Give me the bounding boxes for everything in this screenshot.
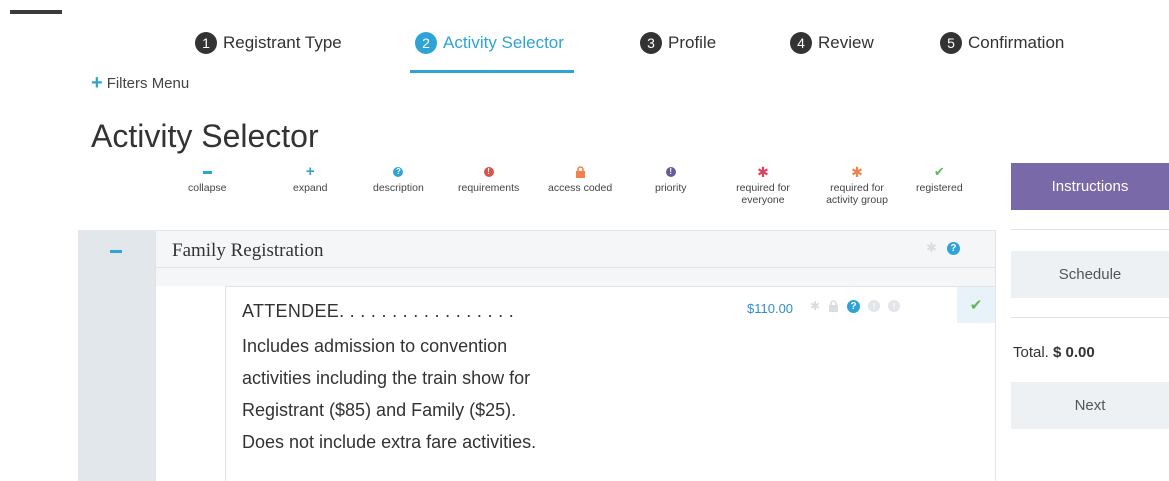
asterisk-icon: ✱ [851,164,863,180]
plus-icon: + [305,163,315,180]
icon-legend: collapse + expand ? description ! requir… [0,163,1000,215]
check-icon: ✔ [969,297,983,314]
step-number: 4 [790,32,812,54]
step-registrant-type[interactable]: 1 Registrant Type [195,32,342,54]
step-label: Review [818,33,874,52]
step-number: 5 [940,32,962,54]
legend-access-coded: access coded [548,165,612,194]
legend-registered: ✔ registered [916,164,963,194]
exclamation-icon: ! [868,300,881,312]
activity-item: ATTENDEE. . . . . . . . . . . . . . . . … [225,286,996,481]
group-header: Family Registration ✱ ? [155,230,996,268]
check-icon: ✔ [933,164,945,179]
legend-description: ? description [373,165,424,194]
step-label: Activity Selector [443,33,564,52]
total-label: Total. [1013,344,1049,361]
legend-requirements: ! requirements [458,165,520,194]
instructions-button[interactable]: Instructions [1011,163,1169,210]
plus-icon: + [91,72,103,94]
divider [1011,317,1169,318]
question-icon[interactable]: ? [946,241,960,255]
step-label: Profile [668,33,717,52]
filters-menu-toggle[interactable]: + Filters Menu [91,72,190,94]
question-icon: ? [393,165,404,179]
total-amount: Total. $ 0.00 [1013,344,1095,361]
priority-icon: ! [665,165,676,179]
filters-menu-label: Filters Menu [106,75,190,92]
right-sidebar: Instructions Schedule Total. $ 0.00 Next [1011,0,1169,481]
minus-icon [110,250,122,253]
divider [1011,229,1169,230]
next-button[interactable]: Next [1011,382,1169,429]
step-label: Registrant Type [223,33,342,52]
question-icon[interactable]: ? [847,299,861,313]
register-checkbox[interactable]: ✔ [957,287,995,323]
step-review[interactable]: 4 Review [790,32,874,54]
activity-indent-column [155,286,225,481]
schedule-button[interactable]: Schedule [1011,251,1169,298]
activity-icons: ✱ ? ! ! [810,299,901,313]
legend-collapse: collapse [188,165,227,194]
legend-priority: ! priority [655,165,687,194]
asterisk-icon: ✱ [926,240,937,255]
page-title: Activity Selector [91,118,319,154]
group-header-strip [155,268,996,286]
exclamation-icon: ! [483,165,494,179]
legend-required-for-activity-group: ✱ required for activity group [826,164,888,206]
step-number: 2 [415,32,437,54]
activity-description: Includes admission to convention activit… [242,336,537,452]
step-activity-selector[interactable]: 2 Activity Selector [415,32,564,54]
step-number: 3 [640,32,662,54]
group-title: Family Registration [172,240,324,261]
group-collapse-toggle[interactable] [78,230,155,481]
asterisk-icon: ✱ [757,164,769,180]
lock-icon [829,300,839,312]
step-profile[interactable]: 3 Profile [640,32,716,54]
asterisk-icon: ✱ [810,299,821,313]
legend-expand: + expand [293,163,328,194]
progress-steps: 1 Registrant Type 2 Activity Selector 3 … [0,0,1169,80]
legend-required-for-everyone: ✱ required for everyone [736,164,790,206]
minus-icon [202,165,212,179]
activity-name: ATTENDEE. . . . . . . . . . . . . . . . … [242,301,515,321]
active-step-underline [410,70,574,73]
activity-price: $110.00 [747,301,794,316]
total-value: $ 0.00 [1053,344,1095,361]
lock-icon [575,165,586,179]
priority-icon: ! [888,300,901,312]
group-header-icons: ✱ ? [926,240,960,256]
step-number: 1 [195,32,217,54]
